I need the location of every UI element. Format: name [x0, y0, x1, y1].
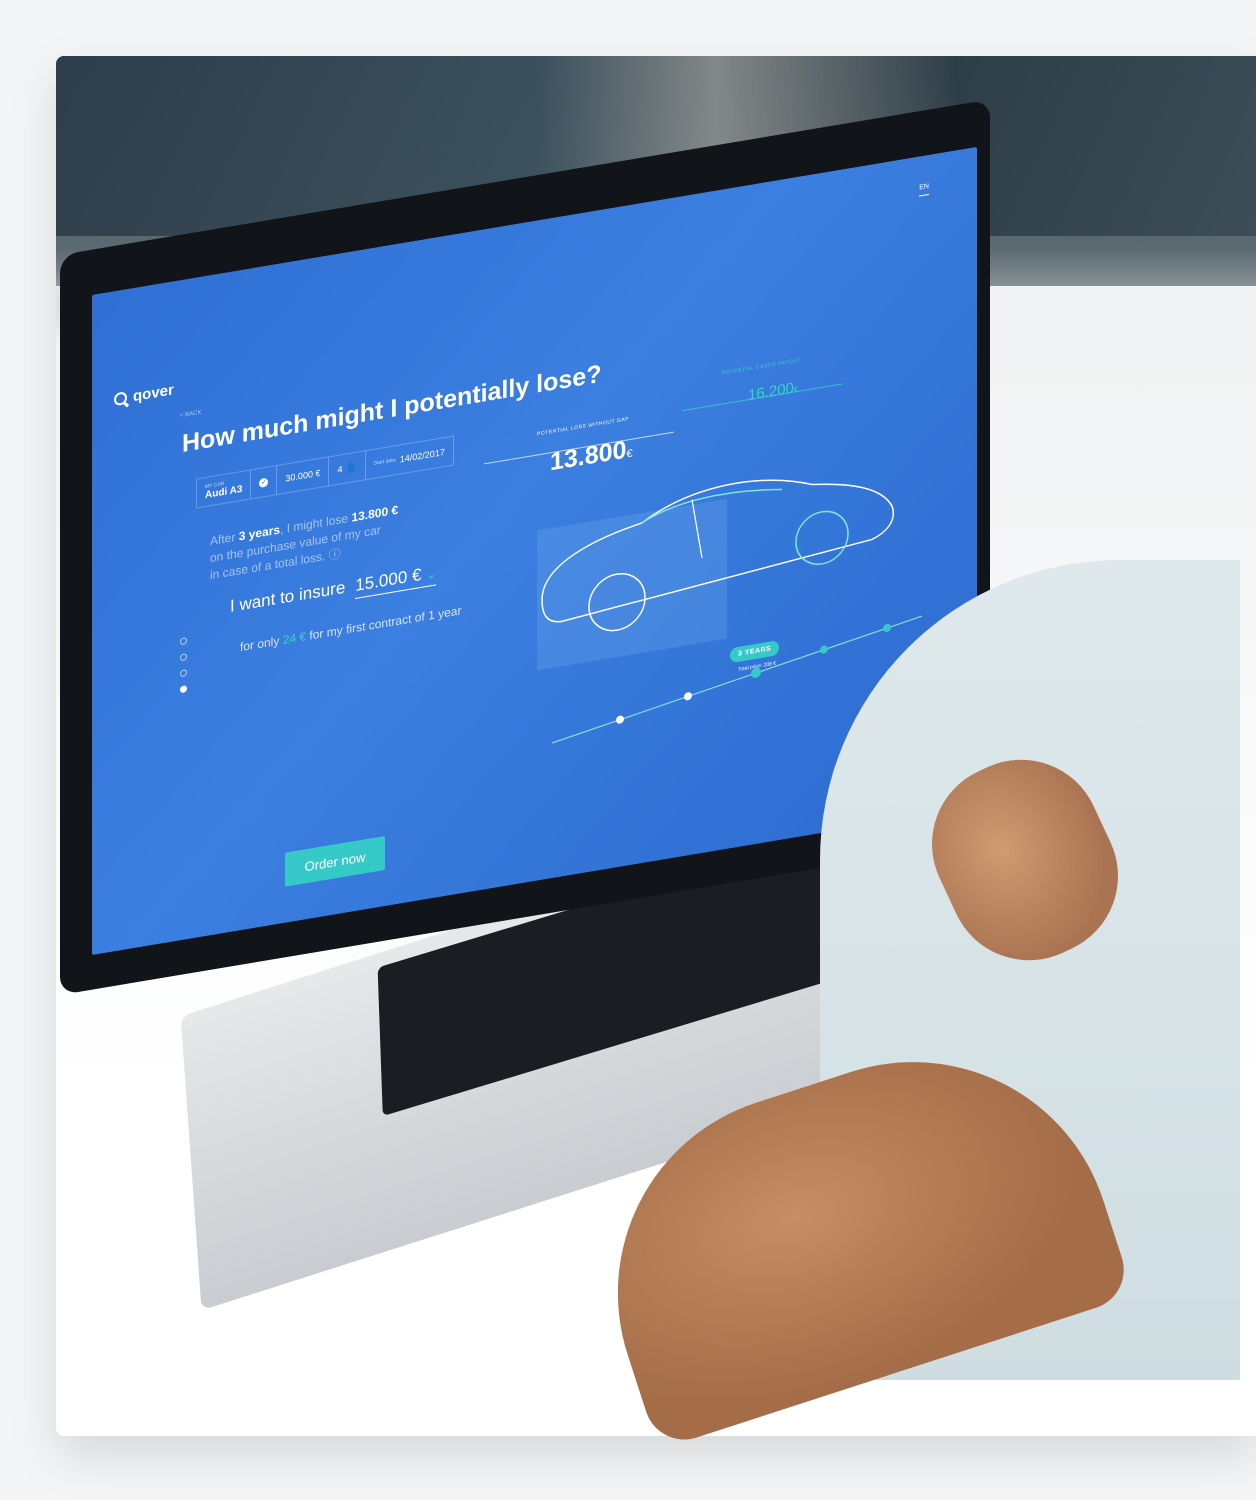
timeline-point-5[interactable] [883, 623, 891, 633]
loss-value-unit: € [626, 447, 633, 461]
brand-name: qover [133, 381, 174, 406]
insure-amount-select[interactable]: 15.000 € ⌄ [355, 562, 437, 599]
loss-value-number: 13.800 [550, 435, 627, 477]
timeline-point-1[interactable] [616, 715, 624, 724]
start-caption: Start date: [373, 456, 397, 467]
car-check-cell: ✓ [251, 465, 278, 499]
price-amount: 24 € [282, 629, 307, 648]
car-front-wheel [795, 510, 849, 565]
chevron-down-icon: ⌄ [426, 566, 437, 583]
qover-logo-icon [114, 391, 127, 407]
drivers-count: 4 [337, 464, 343, 475]
person-icon: 👤 [345, 461, 357, 474]
loss-value: 13.800€ [550, 435, 633, 478]
insure-amount-value: 15.000 € [355, 564, 422, 595]
back-link[interactable]: < BACK [180, 410, 202, 420]
start-date-cell: Start date: 14/02/2017 [366, 437, 453, 480]
car-value: 30.000 € [277, 457, 330, 494]
timeline-point-4[interactable] [820, 645, 828, 654]
info-icon[interactable]: ⓘ [329, 546, 341, 562]
page-title: How much might I potentially lose? [182, 359, 602, 458]
gap-value-unit: € [793, 384, 799, 395]
loss-label: POTENTIAL LOSS WITHOUT GAP [537, 416, 629, 438]
language-switch[interactable]: EN [919, 182, 929, 197]
step-dot[interactable] [180, 669, 187, 678]
insure-label: I want to insure [230, 577, 346, 616]
step-dot[interactable] [180, 637, 187, 646]
step-dot[interactable] [180, 653, 187, 662]
timeline-point-2[interactable] [684, 692, 692, 701]
step-dot-active[interactable] [180, 685, 187, 694]
gap-label: POTENTIAL CASCO PAYOUT [722, 357, 801, 377]
loss-amount: 13.800 € [351, 502, 399, 525]
qover-logo[interactable]: qover [114, 381, 174, 408]
drivers-cell: 4 👤 [329, 451, 366, 486]
check-icon: ✓ [259, 476, 269, 488]
price-prefix: for only [240, 633, 280, 655]
loss-text-a: After [210, 530, 236, 549]
gap-value-number: 16.200 [748, 379, 794, 405]
price-suffix: for my first contract of 1 year [309, 603, 462, 643]
order-now-button[interactable]: Order now [285, 835, 385, 887]
start-date: 14/02/2017 [399, 446, 445, 465]
gap-value: 16.200€ [748, 379, 799, 405]
car-model-cell: MY CAR Audi A3 [197, 470, 252, 508]
step-indicator [180, 637, 187, 694]
